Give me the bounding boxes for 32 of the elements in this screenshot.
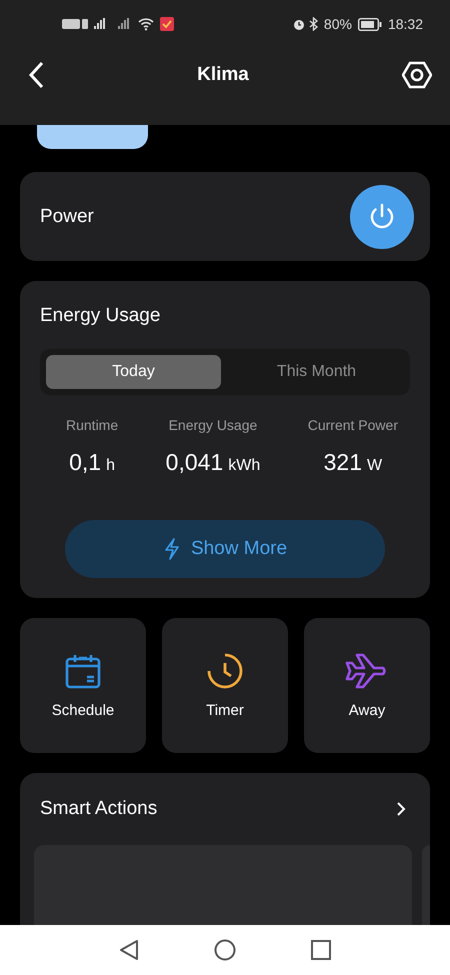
period-tab[interactable]: This Month <box>229 355 404 389</box>
stat-unit: W <box>367 457 382 475</box>
battery-percent: 80% <box>324 16 352 32</box>
card-title: Energy Usage <box>40 305 162 327</box>
bluetooth-icon <box>308 17 318 31</box>
stat-value: 0,041 <box>166 449 224 476</box>
stat-unit: h <box>106 457 116 475</box>
recents-nav-icon[interactable] <box>311 940 331 960</box>
battery-icon <box>358 18 382 30</box>
feature-tile[interactable]: Schedule <box>20 618 146 753</box>
clock-time: 18:32 <box>388 16 423 32</box>
home-nav-icon[interactable] <box>214 939 236 961</box>
feature-tile[interactable]: Timer <box>162 618 288 753</box>
stat-unit: kWh <box>228 457 260 475</box>
card-title: Smart Actions <box>40 798 158 820</box>
period-tab[interactable]: Today <box>46 355 221 389</box>
stat-label: Current Power <box>308 417 398 433</box>
feature-tile[interactable]: Away <box>304 618 430 753</box>
app-icon <box>160 17 174 31</box>
power-label: Power <box>40 206 94 228</box>
wifi-icon <box>138 17 154 31</box>
stat-label: Runtime <box>66 417 118 433</box>
show-more-button[interactable]: Show More <box>65 520 385 578</box>
back-nav-icon[interactable] <box>119 939 139 961</box>
stat-label: Energy Usage <box>168 417 258 433</box>
signal-icon <box>116 17 132 31</box>
chevron-icon[interactable] <box>396 801 406 817</box>
stat-value: 0,1 <box>69 449 102 476</box>
page-title: Klima <box>197 64 249 86</box>
alarm-icon <box>292 17 306 31</box>
lightning-icon <box>162 538 181 560</box>
stat-value: 321 <box>324 449 362 476</box>
